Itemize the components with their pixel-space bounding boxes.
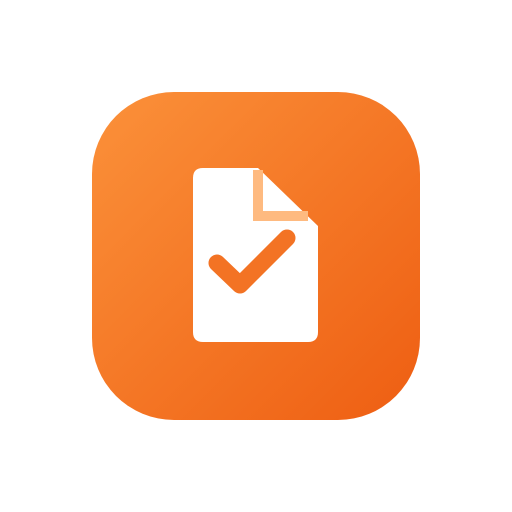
app-icon-container [0, 0, 512, 512]
document-check-app-icon[interactable] [0, 0, 512, 512]
